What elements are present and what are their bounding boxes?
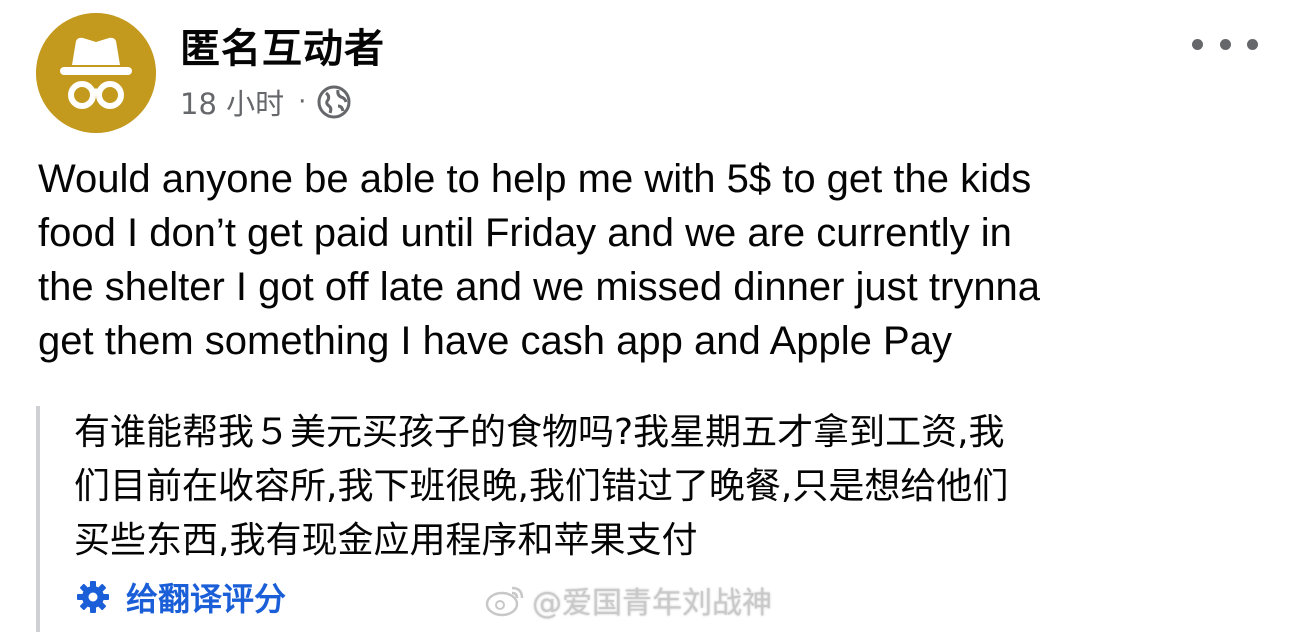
meta-separator: · xyxy=(298,87,307,117)
more-dots-icon xyxy=(1192,38,1203,50)
rate-translation-label: 给翻译评分 xyxy=(126,580,287,618)
watermark-text: @爱国青年刘战神 xyxy=(532,586,772,621)
post-text: Would anyone be able to help me with 5$ … xyxy=(38,157,1041,363)
post-time[interactable]: 18 小时 xyxy=(180,81,284,123)
avatar[interactable] xyxy=(36,13,156,133)
anonymous-incognito-icon xyxy=(36,13,156,133)
more-dots-icon xyxy=(1247,38,1258,50)
facebook-post: 匿名互动者 18 小时 · Would anyone be able to he… xyxy=(0,0,1290,632)
author-name[interactable]: 匿名互动者 xyxy=(180,24,385,74)
post-meta: 18 小时 · xyxy=(180,82,352,122)
weibo-logo-icon xyxy=(484,582,528,618)
gear-icon xyxy=(76,580,110,614)
translated-text: 有谁能帮我５美元买孩子的食物吗?我星期五才拿到工资,我 们目前在收容所,我下班很… xyxy=(74,412,1009,561)
watermark: @爱国青年刘战神 xyxy=(484,578,772,622)
globe-icon[interactable] xyxy=(316,84,352,120)
more-options-button[interactable] xyxy=(1192,24,1258,64)
more-dots-icon xyxy=(1219,38,1231,50)
rate-translation-button[interactable]: 给翻译评分 xyxy=(76,574,286,620)
